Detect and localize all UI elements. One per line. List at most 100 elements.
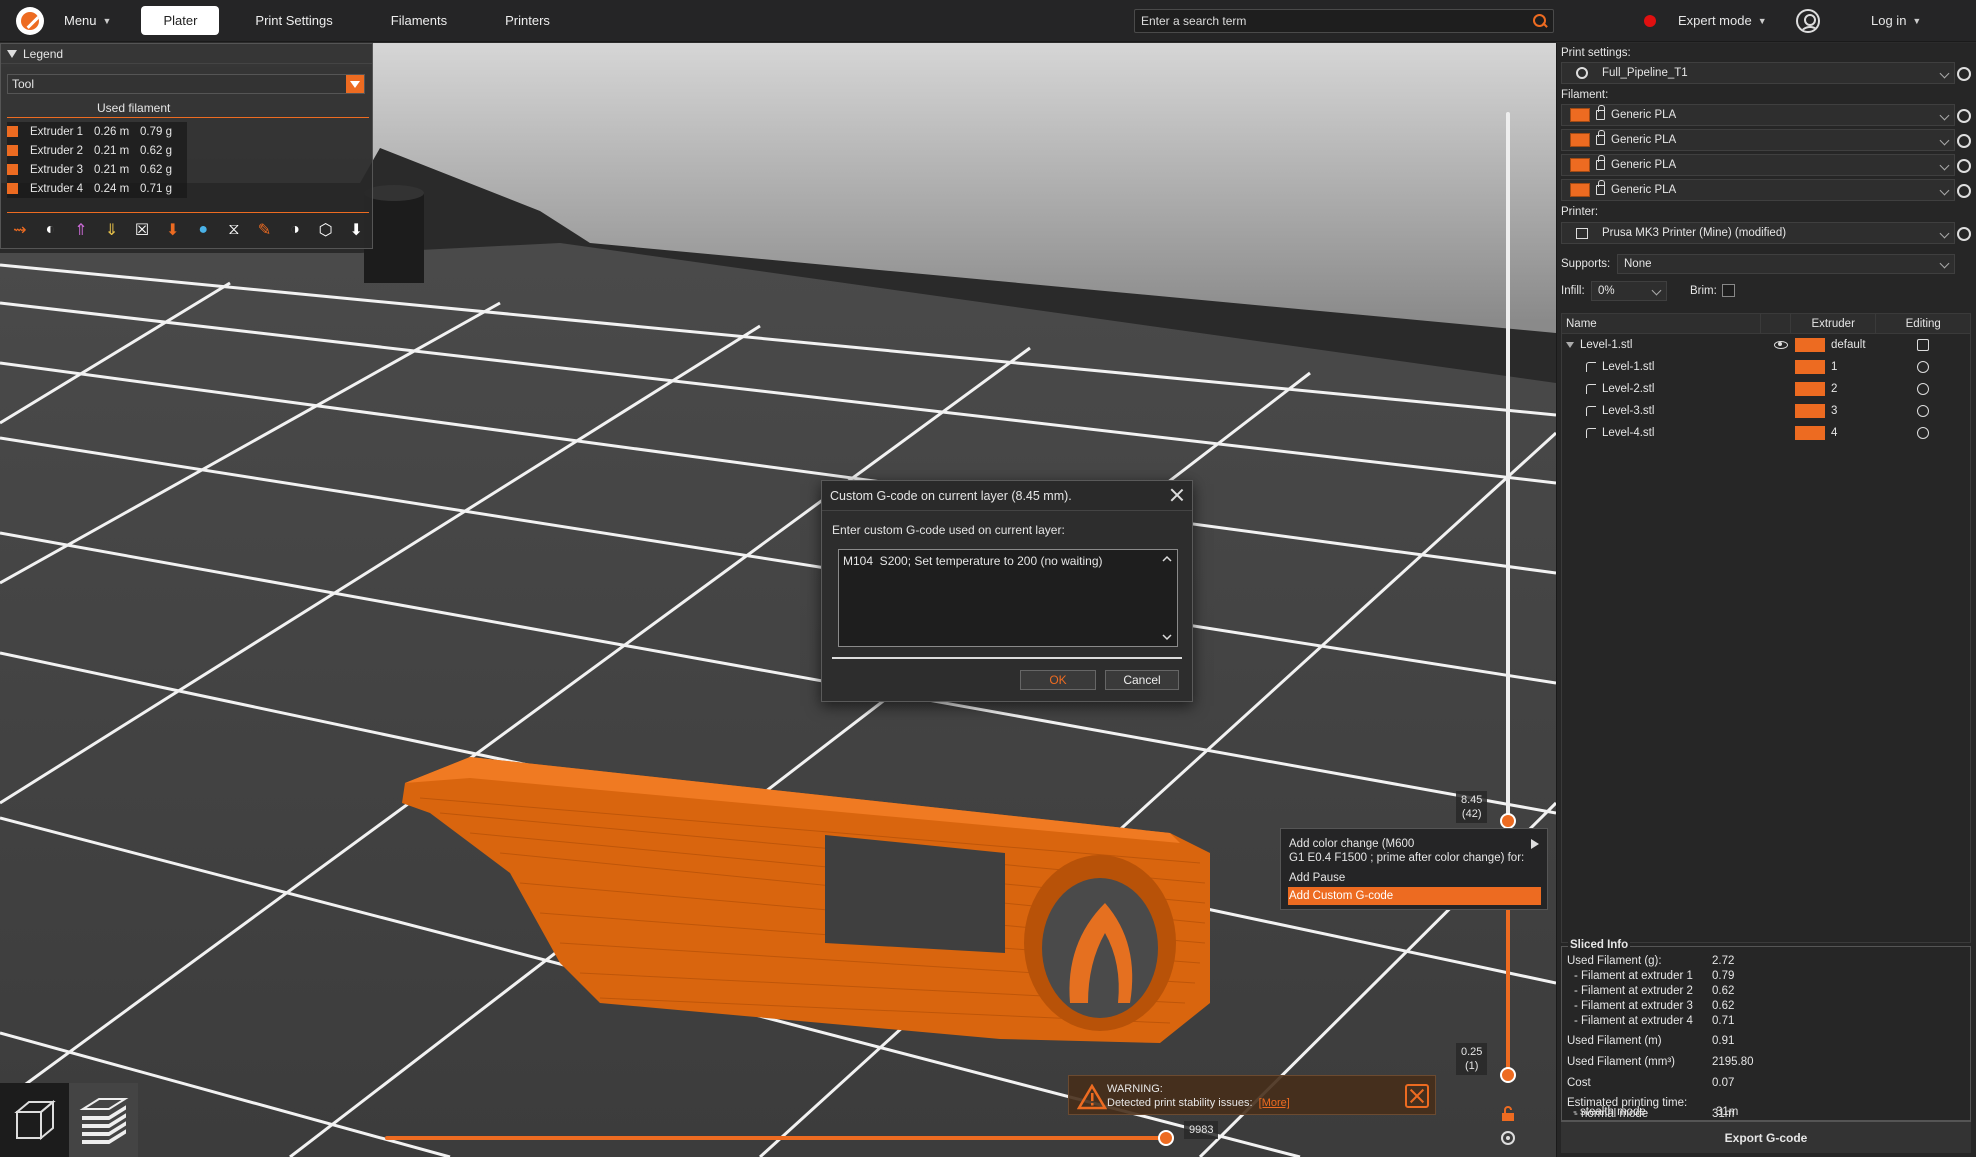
tool-marker-icon[interactable]: ⬇ — [343, 218, 369, 242]
color-swatch — [1795, 382, 1825, 396]
column-header-extruder[interactable]: Extruder — [1791, 314, 1877, 333]
lock-icon[interactable] — [1500, 1106, 1516, 1122]
chevron-down-icon[interactable] — [346, 75, 364, 93]
filament-value: Generic PLA — [1611, 134, 1677, 146]
legend-row-length: 0.21 m — [94, 163, 130, 176]
search-placeholder: Enter a search term — [1141, 14, 1247, 28]
3d-view-button[interactable] — [0, 1083, 69, 1157]
collapse-triangle-icon[interactable] — [7, 49, 17, 58]
menu-item-add-color-change[interactable]: Add color change (M600 G1 E0.4 F1500 ; p… — [1289, 837, 1524, 865]
deretractions-icon[interactable]: ⇓ — [99, 218, 125, 242]
table-row[interactable]: Level-1.stl default — [1562, 334, 1970, 356]
legend-row-length: 0.24 m — [94, 182, 130, 195]
cube-icon — [13, 1099, 56, 1141]
tab-plater[interactable]: Plater — [141, 6, 220, 35]
ok-button[interactable]: OK — [1020, 670, 1096, 690]
pause-prints-icon[interactable]: ⧖ — [221, 218, 247, 242]
table-row[interactable]: Level-4.stl 4 — [1562, 422, 1970, 444]
color-swatch[interactable] — [1570, 183, 1590, 197]
layer-slider-lower-thumb[interactable] — [1500, 1067, 1516, 1083]
search-input[interactable]: Enter a search term — [1134, 9, 1554, 33]
color-swatch[interactable] — [1570, 158, 1590, 172]
legend-view-type-select[interactable]: Tool — [7, 74, 365, 94]
sliced-info-value: 0.91 — [1712, 1035, 1735, 1047]
filament-combo-1[interactable]: Generic PLA — [1561, 104, 1955, 126]
menu-item-add-pause[interactable]: Add Pause — [1289, 871, 1345, 885]
supports-combo[interactable]: None — [1617, 254, 1955, 274]
settings-icon[interactable] — [1917, 383, 1929, 395]
table-row[interactable]: Level-2.stl 2 — [1562, 378, 1970, 400]
eye-icon[interactable] — [1774, 341, 1788, 349]
login-button[interactable]: Log in ▼ — [1871, 13, 1921, 28]
menu-item-add-custom-gcode[interactable]: Add Custom G-code — [1288, 887, 1541, 905]
infill-combo[interactable]: 0% — [1591, 281, 1667, 301]
color-swatch[interactable] — [1570, 133, 1590, 147]
move-slider-thumb[interactable] — [1158, 1130, 1174, 1146]
textarea-scrollbar[interactable] — [1158, 551, 1176, 645]
edit-icon[interactable] — [1917, 339, 1929, 351]
preview-button[interactable] — [69, 1083, 138, 1157]
custom-gcodes-icon[interactable]: ✎ — [252, 218, 278, 242]
filament-combo-4[interactable]: Generic PLA — [1561, 179, 1955, 201]
tab-print-settings[interactable]: Print Settings — [233, 6, 354, 35]
gear-icon — [1576, 67, 1588, 79]
print-settings-combo[interactable]: Full_Pipeline_T1 — [1561, 62, 1955, 84]
menu-button[interactable]: Menu ▼ — [64, 13, 111, 28]
column-header-editing[interactable]: Editing — [1876, 314, 1970, 333]
extruder-cell[interactable]: 2 — [1795, 382, 1837, 396]
supports-value: None — [1624, 258, 1652, 270]
tab-filaments[interactable]: Filaments — [369, 6, 469, 35]
extruder-cell[interactable]: 3 — [1795, 404, 1837, 418]
cancel-button[interactable]: Cancel — [1105, 670, 1179, 690]
printer-combo[interactable]: Prusa MK3 Printer (Mine) (modified) — [1561, 222, 1955, 244]
extruder-cell[interactable]: default — [1795, 338, 1866, 352]
gear-icon[interactable] — [1957, 227, 1971, 241]
settings-icon[interactable] — [1917, 361, 1929, 373]
extruder-cell[interactable]: 1 — [1795, 360, 1837, 374]
chevron-down-icon: ▼ — [1912, 15, 1922, 26]
legend-header[interactable]: Legend — [1, 44, 372, 64]
tool-changes-icon[interactable]: ⬇ — [160, 218, 186, 242]
travel-icon[interactable]: ⇝ — [7, 218, 33, 242]
seams-icon[interactable]: ☒ — [129, 218, 155, 242]
mode-button[interactable]: Expert mode ▼ — [1678, 13, 1767, 28]
export-gcode-button[interactable]: Export G-code — [1561, 1121, 1971, 1153]
table-row[interactable]: Level-3.stl 3 — [1562, 400, 1970, 422]
custom-gcode-dialog: Custom G-code on current layer (8.45 mm)… — [821, 480, 1193, 702]
gear-icon[interactable] — [1957, 184, 1971, 198]
retractions-icon[interactable]: ⇑ — [68, 218, 94, 242]
shells-icon[interactable]: ⬡ — [313, 218, 339, 242]
object-list: Name Extruder Editing Level-1.stl defaul… — [1561, 313, 1971, 943]
center-of-gravity-icon[interactable]: ◑ — [282, 218, 308, 242]
extruder-cell[interactable]: 4 — [1795, 426, 1837, 440]
legend-row-weight: 0.62 g — [140, 163, 172, 176]
table-row[interactable]: Level-1.stl 1 — [1562, 356, 1970, 378]
filament-combo-2[interactable]: Generic PLA — [1561, 129, 1955, 151]
move-slider-track[interactable] — [385, 1136, 1165, 1140]
gear-icon[interactable] — [1957, 159, 1971, 173]
brim-checkbox[interactable] — [1722, 284, 1735, 297]
gear-icon[interactable] — [1957, 109, 1971, 123]
close-icon[interactable] — [1405, 1084, 1429, 1108]
gear-icon[interactable] — [1957, 67, 1971, 81]
settings-icon[interactable] — [1917, 405, 1929, 417]
close-icon[interactable] — [1170, 488, 1184, 502]
expand-icon[interactable] — [1566, 342, 1574, 348]
dialog-prompt: Enter custom G-code used on current laye… — [832, 523, 1065, 537]
tab-printers[interactable]: Printers — [483, 6, 572, 35]
user-icon[interactable] — [1796, 9, 1820, 33]
layer-slider-upper-thumb[interactable] — [1500, 813, 1516, 829]
warning-more-link[interactable]: [More] — [1259, 1097, 1290, 1109]
object-name-cell: Level-2.stl — [1586, 383, 1654, 395]
color-swatch[interactable] — [1570, 108, 1590, 122]
gcode-textarea[interactable]: M104 S200; Set temperature to 200 (no wa… — [838, 549, 1178, 647]
color-changes-icon[interactable]: ● — [190, 218, 216, 242]
filament-combo-3[interactable]: Generic PLA — [1561, 154, 1955, 176]
search-icon[interactable] — [1533, 14, 1547, 28]
settings-icon[interactable] — [1917, 427, 1929, 439]
column-header-name[interactable]: Name — [1562, 314, 1762, 333]
chevron-down-icon — [1939, 110, 1950, 121]
layer-settings-gear-icon[interactable] — [1501, 1131, 1515, 1145]
wipe-icon[interactable]: ◐ — [38, 218, 64, 242]
gear-icon[interactable] — [1957, 134, 1971, 148]
